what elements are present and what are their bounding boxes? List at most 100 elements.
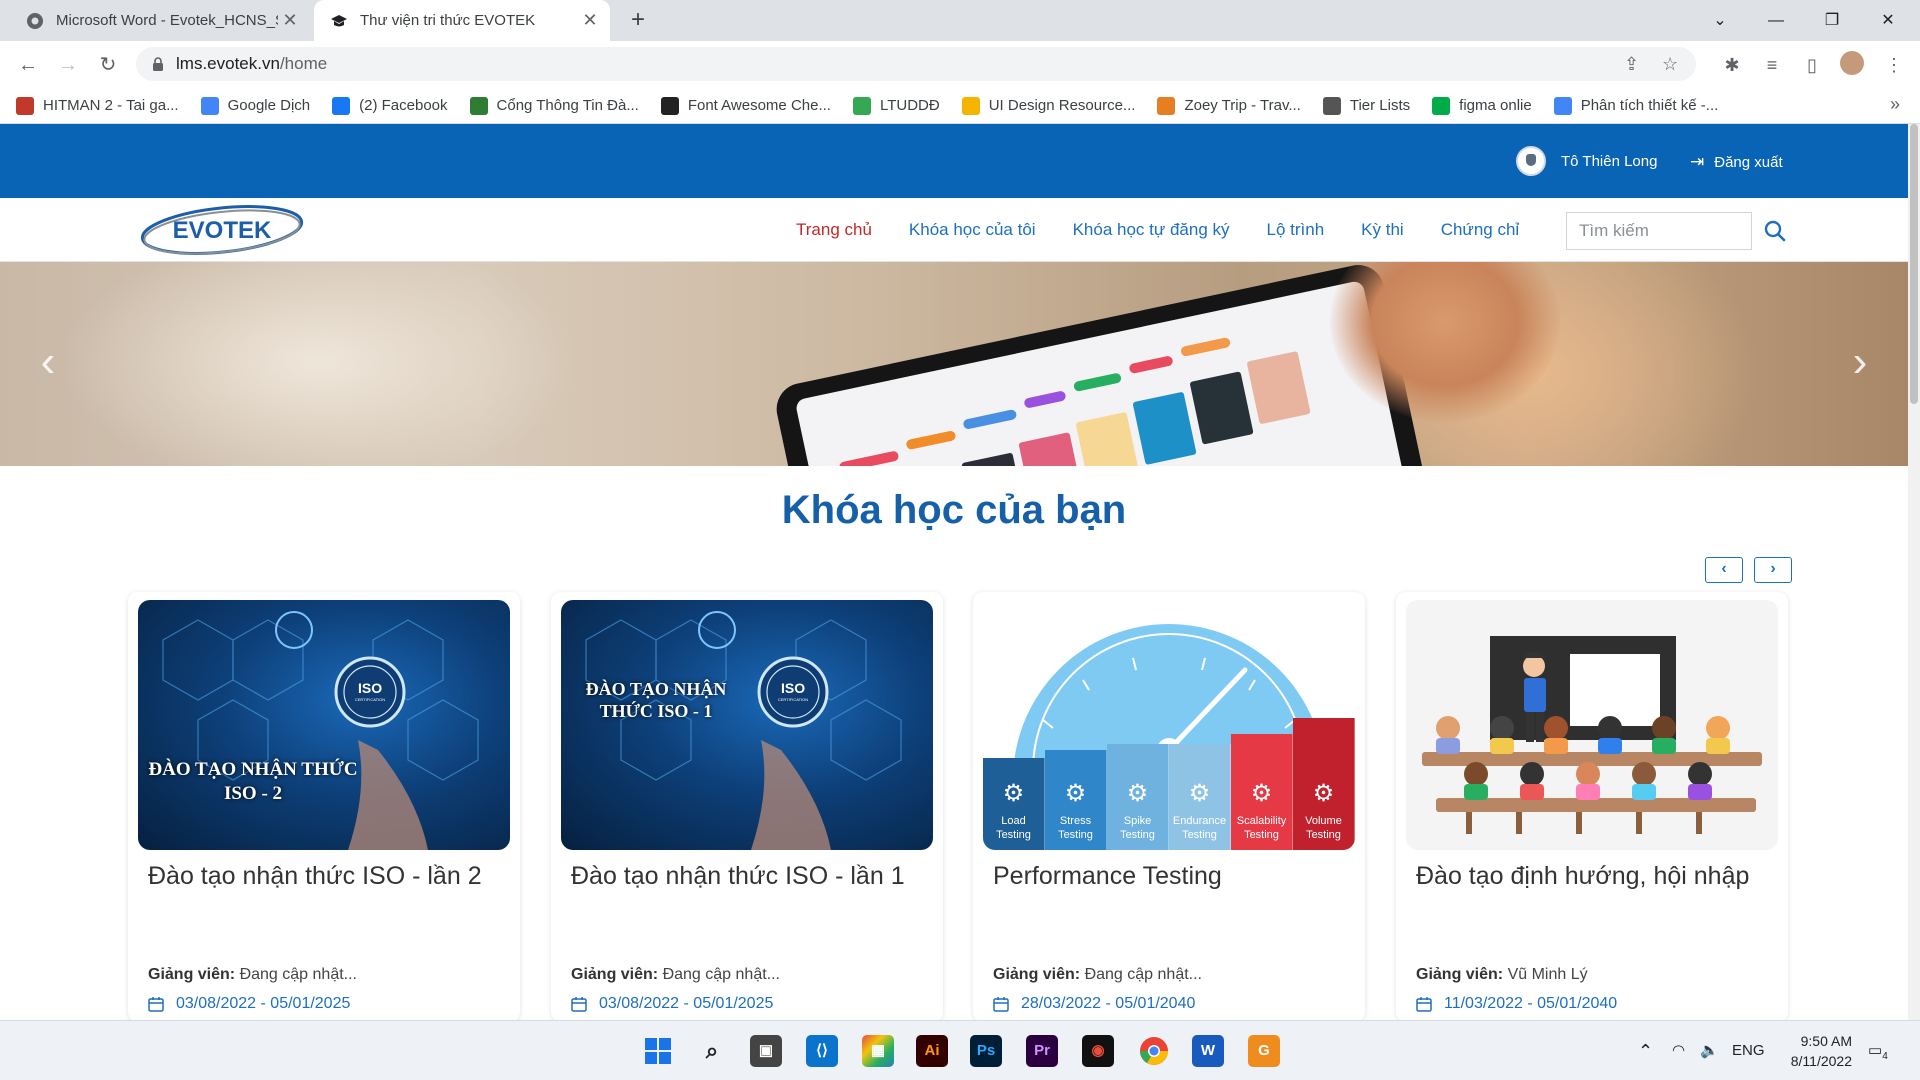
scrollbar-thumb[interactable] xyxy=(1910,124,1918,404)
date-range: 28/03/2022 - 05/01/2040 xyxy=(1021,995,1196,1012)
course-thumbnail[interactable]: ISO CERTIFICATION ĐÀO TẠO NHẬN THỨC ISO … xyxy=(138,600,510,850)
bookmark-item[interactable]: Tier Lists xyxy=(1322,96,1410,115)
extensions-icon[interactable]: ✱ xyxy=(1718,51,1746,79)
user-profile[interactable]: Tô Thiên Long xyxy=(1516,146,1657,176)
forward-button[interactable]: → xyxy=(52,49,84,81)
bookmark-item[interactable]: Cổng Thông Tin Đà... xyxy=(469,96,639,115)
bookmark-label: Google Dịch xyxy=(227,97,311,114)
wifi-icon[interactable]: ◠ xyxy=(1672,1021,1685,1080)
tab-title: Thư viện tri thức EVOTEK xyxy=(360,12,536,29)
teacher-name: Đang cập nhật... xyxy=(239,966,357,983)
winrar-icon[interactable]: ▦ xyxy=(862,1035,894,1067)
close-tab-icon[interactable]: ✕ xyxy=(578,10,602,31)
nav-item[interactable]: Khóa học của tôi xyxy=(909,220,1036,240)
word-icon[interactable]: W xyxy=(1192,1035,1224,1067)
course-thumbnail[interactable]: ⚙ Load Testing ⚙ Stress Testing ⚙ Spike Testing ⚙… xyxy=(983,600,1355,850)
tray-overflow-icon[interactable]: ⌃ xyxy=(1638,1021,1653,1080)
tab-word-document[interactable]: Microsoft Word - Evotek_HCNS_S ✕ xyxy=(10,0,310,41)
bookmark-item[interactable]: Google Dịch xyxy=(200,96,311,115)
testing-type-label: Testing xyxy=(1120,829,1155,841)
search-input[interactable] xyxy=(1567,213,1751,249)
course-card[interactable]: Đào tạo định hướng, hội nhập Giảng viên:… xyxy=(1396,592,1788,1022)
side-panel-icon[interactable]: ▯ xyxy=(1798,51,1826,79)
course-title[interactable]: Đào tạo nhận thức ISO - lần 1 xyxy=(571,862,905,891)
carousel-prev-button[interactable]: ‹ xyxy=(1705,557,1743,583)
system-clock[interactable]: 9:50 AM 8/11/2022 xyxy=(1756,1031,1852,1071)
bookmark-favicon-icon xyxy=(852,96,871,115)
bookmark-item[interactable]: HITMAN 2 - Tai ga... xyxy=(16,96,179,115)
illustrator-icon[interactable]: Ai xyxy=(916,1035,948,1067)
chrome-menu-icon[interactable]: ⋮ xyxy=(1880,51,1908,79)
calendar-icon xyxy=(148,997,164,1012)
bookmark-label: Zoey Trip - Trav... xyxy=(1184,97,1301,114)
vscode-icon[interactable]: ⟨⟩ xyxy=(806,1035,838,1067)
share-icon[interactable]: ⇪ xyxy=(1624,47,1639,81)
restore-button[interactable]: ❐ xyxy=(1804,0,1860,41)
logout-button[interactable]: ⇥ Đăng xuất xyxy=(1690,152,1783,172)
nav-item[interactable]: Lộ trình xyxy=(1267,220,1325,240)
iso-badge-subtext: CERTIFICATION xyxy=(354,697,386,702)
close-window-button[interactable]: ✕ xyxy=(1860,0,1916,41)
bookmark-item[interactable]: figma onlie xyxy=(1432,96,1532,115)
close-tab-icon[interactable]: ✕ xyxy=(278,10,302,31)
volume-icon[interactable]: 🔈 xyxy=(1700,1021,1719,1080)
testing-type-label: Testing xyxy=(1306,829,1341,841)
media-queue-icon[interactable]: ≡ xyxy=(1758,51,1786,79)
bookmarks-overflow-icon[interactable]: » xyxy=(1890,94,1900,115)
bookmark-item[interactable]: Font Awesome Che... xyxy=(660,96,831,115)
course-title[interactable]: Performance Testing xyxy=(993,862,1222,891)
banner-prev-arrow[interactable]: ‹ xyxy=(28,340,68,386)
course-card[interactable]: ISO CERTIFICATION ĐÀO TẠO NHẬN THỨC ISO … xyxy=(551,592,943,1022)
carousel-next-button[interactable]: › xyxy=(1754,557,1792,583)
minimize-button[interactable]: — xyxy=(1748,0,1804,41)
task-view-icon[interactable]: ▣ xyxy=(750,1035,782,1067)
tab-evotek-library[interactable]: Thư viện tri thức EVOTEK ✕ xyxy=(314,0,610,41)
course-thumbnail[interactable]: ISO CERTIFICATION ĐÀO TẠO NHẬN THỨC ISO … xyxy=(561,600,933,850)
hero-banner: ‹ › xyxy=(0,262,1908,466)
windows-start-icon[interactable] xyxy=(642,1035,674,1067)
testing-type-segment: ⚙ Spike Testing xyxy=(1107,744,1169,850)
course-card[interactable]: ISO CERTIFICATION ĐÀO TẠO NHẬN THỨC ISO … xyxy=(128,592,520,1022)
notification-icon[interactable]: ▭4 xyxy=(1868,1021,1888,1080)
search-icon[interactable]: ⌕ xyxy=(696,1035,728,1067)
reload-button[interactable]: ↻ xyxy=(92,49,124,81)
search-icon[interactable] xyxy=(1762,218,1788,244)
chrome-icon xyxy=(27,12,43,29)
garena-icon[interactable]: ◉ xyxy=(1082,1035,1114,1067)
banner-next-arrow[interactable]: › xyxy=(1840,340,1880,386)
photoshop-icon[interactable]: Ps xyxy=(970,1035,1002,1067)
windows-taskbar: ⌕ ▣ ⟨⟩ ▦ Ai Ps Pr ◉ W G ⌃ ◠ 🔈 ENG 9:50 A… xyxy=(0,1020,1920,1080)
thumbnail-caption: ĐÀO TẠO NHẬN THỨC ISO - 2 xyxy=(148,759,358,804)
bookmark-item[interactable]: Phân tích thiết kế -... xyxy=(1553,96,1718,115)
nav-item[interactable]: Trang chủ xyxy=(796,220,872,240)
course-title[interactable]: Đào tạo định hướng, hội nhập xyxy=(1416,862,1749,891)
thumbnail-caption: ĐÀO TẠO NHẬN THỨC ISO - 1 xyxy=(585,679,727,721)
bookmark-label: Font Awesome Che... xyxy=(687,97,831,114)
bookmark-star-icon[interactable]: ☆ xyxy=(1662,47,1678,81)
address-bar[interactable]: lms.evotek.vn/home ⇪ ☆ xyxy=(136,47,1696,81)
page-scrollbar[interactable] xyxy=(1908,124,1920,1020)
new-tab-button[interactable]: + xyxy=(624,6,652,34)
bookmark-item[interactable]: LTUDDĐ xyxy=(852,96,940,115)
course-title[interactable]: Đào tạo nhận thức ISO - lần 2 xyxy=(148,862,482,891)
tab-search-icon[interactable]: ⌄ xyxy=(1692,0,1748,41)
site-header-bar: Tô Thiên Long ⇥ Đăng xuất xyxy=(0,124,1908,198)
nav-item[interactable]: Chứng chỉ xyxy=(1441,220,1519,240)
evotek-logo[interactable]: EVOTEK xyxy=(136,202,306,258)
course-card[interactable]: ⚙ Load Testing ⚙ Stress Testing ⚙ Spike Testing ⚙… xyxy=(973,592,1365,1022)
bookmark-favicon-icon xyxy=(200,96,219,115)
profile-avatar[interactable] xyxy=(1838,51,1866,79)
premiere-icon[interactable]: Pr xyxy=(1026,1035,1058,1067)
bookmark-item[interactable]: (2) Facebook xyxy=(332,96,448,115)
bookmark-item[interactable]: Zoey Trip - Trav... xyxy=(1157,96,1301,115)
teacher-label: Giảng viên: xyxy=(993,966,1081,983)
nav-item[interactable]: Kỳ thi xyxy=(1361,220,1404,240)
back-button[interactable]: ← xyxy=(12,49,44,81)
pdf-reader-icon[interactable]: G xyxy=(1248,1035,1280,1067)
teacher-name: Đang cập nhật... xyxy=(662,966,780,983)
nav-item[interactable]: Khóa học tự đăng ký xyxy=(1073,220,1230,240)
course-thumbnail[interactable] xyxy=(1406,600,1778,850)
bookmark-favicon-icon xyxy=(469,96,488,115)
chrome-taskbar-icon[interactable] xyxy=(1138,1035,1170,1067)
bookmark-item[interactable]: UI Design Resource... xyxy=(961,96,1135,115)
